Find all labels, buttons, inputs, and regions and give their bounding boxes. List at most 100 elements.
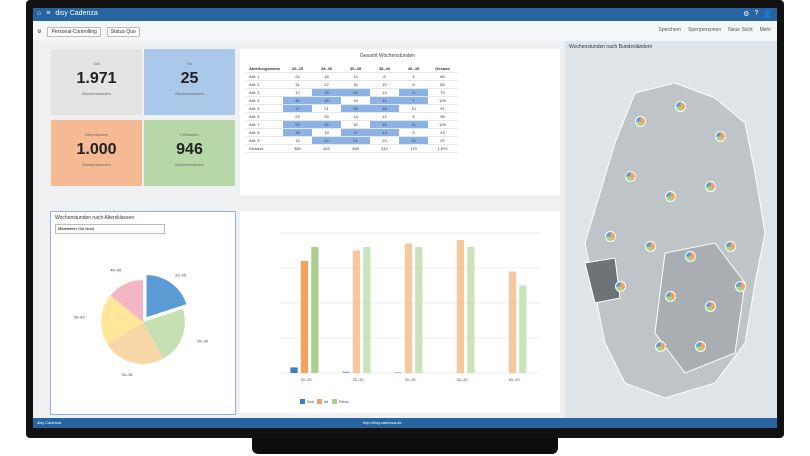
- user-icon[interactable]: 👤: [763, 10, 772, 18]
- pivot-row[interactable]: Abt. 5 17 21 25 18 10 91: [246, 104, 457, 113]
- pivot-cell: 29: [283, 112, 312, 121]
- kpi-ist[interactable]: Ist 25 Wochenstunden: [144, 49, 235, 115]
- pivot-cell: 11: [370, 96, 399, 105]
- pivot-cell: 7: [399, 96, 428, 105]
- map-marker[interactable]: [685, 251, 696, 262]
- map-marker[interactable]: [675, 101, 686, 112]
- map-marker[interactable]: [705, 301, 716, 312]
- status-bar: disy Cadenza http://disy.cadenza.de: [33, 418, 777, 428]
- germany-map: [584, 82, 766, 399]
- legend-label-ist: Ist: [324, 399, 329, 404]
- pie-label-1: 25–30: [197, 339, 209, 344]
- pivot-cell: Abt. 9: [246, 136, 283, 145]
- x-tick-label: 40–45: [508, 377, 520, 382]
- kpi-ueberstunden[interactable]: Überstunden 1.000 Wochenstunden: [51, 120, 142, 186]
- map-region-west: [584, 257, 621, 304]
- home-icon[interactable]: ⌂: [37, 10, 41, 17]
- map-marker[interactable]: [665, 291, 676, 302]
- legend-swatch-ist: [317, 399, 323, 405]
- map-marker[interactable]: [715, 131, 726, 142]
- bar-2-2[interactable]: [415, 247, 423, 373]
- pivot-row[interactable]: Abt. 8 35 19 17 13 9 93: [246, 128, 457, 137]
- pivot-cell: Abt. 6: [246, 112, 283, 121]
- pivot-cell: Abt. 3: [246, 88, 283, 97]
- pivot-header-cell[interactable]: 20–25: [283, 65, 312, 73]
- settings-gear-icon[interactable]: ⚙: [37, 29, 41, 35]
- map-marker[interactable]: [655, 341, 666, 352]
- map-marker[interactable]: [635, 116, 646, 127]
- pivot-cell: 390: [341, 144, 370, 153]
- app-title: disy Cadenza: [55, 10, 98, 17]
- kpi-fehlzeiten[interactable]: Fehlzeiten 946 Wochenstunden: [144, 120, 235, 186]
- map-marker[interactable]: [705, 181, 716, 192]
- bar-2-1[interactable]: [363, 247, 371, 373]
- pivot-header-cell[interactable]: 35–40: [370, 65, 399, 73]
- pie-label-0: 20–25: [175, 273, 187, 278]
- pivot-header-cell[interactable]: Abteilungsname: [246, 65, 283, 73]
- pivot-row[interactable]: Abt. 9 15 24 21 20 12 92: [246, 136, 457, 145]
- bar-1-0[interactable]: [300, 261, 309, 373]
- kpi-soll[interactable]: Soll 1.971 Wochenstunden: [51, 49, 142, 115]
- bar-2-0[interactable]: [311, 247, 319, 373]
- pivot-cell: 170: [399, 144, 428, 153]
- bar-1-2[interactable]: [404, 243, 413, 374]
- pivot-header-cell[interactable]: Gesamt: [428, 65, 457, 73]
- pivot-row[interactable]: Abt. 7 22 26 30 16 11 105: [246, 120, 457, 129]
- bar-0-1[interactable]: [342, 371, 350, 373]
- bar-2-4[interactable]: [519, 285, 527, 374]
- map-marker[interactable]: [695, 341, 706, 352]
- bar-1-1[interactable]: [352, 250, 361, 374]
- pivot-cell: 6: [399, 80, 428, 89]
- pivot-cell: 28: [312, 96, 341, 105]
- map-marker[interactable]: [725, 241, 736, 252]
- toolbar-action-3[interactable]: Mehr: [760, 27, 771, 33]
- x-tick-label: 25–30: [352, 377, 364, 382]
- legend: Soll Ist Fehlz.: [300, 399, 350, 405]
- pivot-cell: 12: [283, 88, 312, 97]
- pivot-cell: 12: [399, 136, 428, 145]
- bar-chart: 20–25 25–30 30–35 35–40 40–45: [280, 232, 540, 382]
- map-marker[interactable]: [605, 231, 616, 242]
- bar-0-2[interactable]: [394, 372, 402, 373]
- pivot-header-cell[interactable]: 25–30: [312, 65, 341, 73]
- pivot-row[interactable]: Abt. 2 31 22 16 10 6 85: [246, 80, 457, 89]
- legend-swatch-soll: [300, 399, 305, 405]
- bar-1-3[interactable]: [456, 240, 465, 373]
- toolbar-action-0[interactable]: Speichern: [659, 27, 682, 33]
- pivot-cell: 22: [312, 80, 341, 89]
- toolbar-action-1[interactable]: Sperrpersonen: [688, 27, 721, 33]
- map-marker[interactable]: [615, 281, 626, 292]
- pivot-row[interactable]: Abt. 6 29 33 14 12 8 96: [246, 112, 457, 121]
- pivot-header-cell[interactable]: 30–35: [341, 65, 370, 73]
- map-marker[interactable]: [645, 241, 656, 252]
- pivot-cell: 18: [370, 104, 399, 113]
- pivot-cell: 420: [312, 144, 341, 153]
- settings-icon[interactable]: ⚙: [743, 10, 749, 18]
- pivot-row[interactable]: Gesamt 380 420 390 310 170 1.670: [246, 144, 457, 153]
- map-marker[interactable]: [665, 191, 676, 202]
- pivot-row[interactable]: Abt. 1 24 18 12 8 4 66: [246, 72, 457, 81]
- pivot-cell: Abt. 7: [246, 120, 283, 129]
- pivot-cell: 35: [283, 128, 312, 137]
- pivot-cell: Abt. 2: [246, 80, 283, 89]
- map-marker[interactable]: [735, 281, 746, 292]
- pivot-cell: 70: [428, 88, 457, 97]
- pie-panel-title: Wochenstunden nach Altersklassen: [55, 215, 135, 221]
- bar-0-0[interactable]: [290, 367, 298, 373]
- bar-1-4[interactable]: [508, 271, 517, 374]
- pie-label-2: 30–35: [122, 372, 134, 377]
- pivot-cell: 4: [399, 72, 428, 81]
- pivot-header-cell[interactable]: 40–45: [399, 65, 428, 73]
- breadcrumb-item-0[interactable]: Personal-Controlling: [47, 27, 101, 37]
- legend-label-soll: Soll: [307, 399, 314, 404]
- bar-2-3[interactable]: [467, 247, 475, 373]
- breadcrumb-item-1[interactable]: Status Quo: [106, 27, 140, 37]
- menu-icon[interactable]: ≡: [46, 10, 50, 17]
- toolbar-action-2[interactable]: Neue Sicht: [728, 27, 752, 33]
- pivot-row[interactable]: Abt. 4 40 28 19 11 7 105: [246, 96, 457, 105]
- pivot-cell: 21: [312, 104, 341, 113]
- pivot-row[interactable]: Abt. 3 12 15 20 14 9 70: [246, 88, 457, 97]
- map-marker[interactable]: [625, 171, 636, 182]
- pie-filter-field[interactable]: Mitarbeiter Ost Nord: [55, 224, 165, 234]
- help-icon[interactable]: ?: [754, 10, 758, 18]
